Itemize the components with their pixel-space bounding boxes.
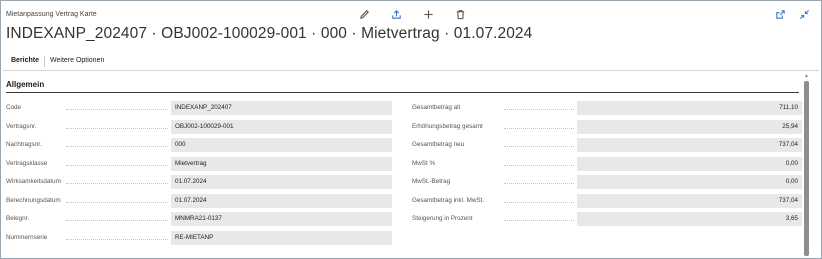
field-label: Gesamtbetrag neu <box>412 141 465 148</box>
field-value[interactable]: 01.07.2024 <box>171 175 392 189</box>
card-window: Mietanpassung Vertrag Karte INDEXANP_202… <box>0 0 822 259</box>
collapse-icon[interactable] <box>797 7 811 21</box>
leader-dots <box>504 109 574 110</box>
field-effective-date: Wirksamkeitsdatum 01.07.2024 <box>6 174 392 193</box>
field-vat-percent: MwSt % 0,00 <box>412 156 802 175</box>
field-value[interactable]: 711,10 <box>577 101 802 115</box>
leader-dots <box>66 201 168 203</box>
field-label: Nachtragsnr. <box>6 141 42 148</box>
field-total-new: Gesamtbetrag neu 737,04 <box>412 137 802 156</box>
field-value[interactable]: Mietvertrag <box>171 156 392 171</box>
field-value[interactable]: 737,04 <box>577 138 802 152</box>
field-total-incl-vat: Gesamtbetrag inkl. MwSt. 737,04 <box>412 193 802 212</box>
field-value[interactable]: INDEXANP_202407 <box>171 101 392 115</box>
field-document-no: Belegnr. MNMRA21-0137 <box>6 211 392 230</box>
field-label: Vertragsklasse <box>6 159 48 167</box>
more-options-action[interactable]: Weitere Optionen <box>45 53 109 69</box>
field-value[interactable]: 0,00 <box>577 175 802 189</box>
leader-dots <box>504 127 574 129</box>
field-label: Belegnr. <box>6 215 30 222</box>
edit-icon[interactable] <box>357 7 371 21</box>
field-label: Vertragsnr. <box>6 122 37 130</box>
scroll-up-arrow-icon[interactable]: ▲ <box>804 73 809 79</box>
card-toolbar <box>357 7 467 21</box>
page-title: INDEXANP_202407 · OBJ002-100029-001 · 00… <box>6 25 533 42</box>
field-label: MwSt % <box>412 159 436 167</box>
window-caption: Mietanpassung Vertrag Karte <box>6 11 97 18</box>
field-value[interactable]: OBJ002-100029-001 <box>171 119 392 134</box>
field-increase-percent: Steigerung in Prozent 3,65 <box>412 211 802 230</box>
field-label: Nummernserie <box>6 233 48 241</box>
delete-icon[interactable] <box>453 7 467 21</box>
vertical-scrollbar[interactable]: ▲ <box>804 73 809 256</box>
field-label: Erhöhungsbetrag gesamt <box>412 122 483 130</box>
field-number-series: Nummernserie RE-MIETANP <box>6 230 392 249</box>
field-calculation-date: Berechnungsdatum 01.07.2024 <box>6 193 392 212</box>
leader-dots <box>66 238 168 240</box>
field-code: Code INDEXANP_202407 <box>6 100 392 119</box>
field-contract-no: Vertragsnr. OBJ002-100029-001 <box>6 119 392 138</box>
fields-right-column: Gesamtbetrag alt 711,10 Erhöhungsbetrag … <box>412 100 802 230</box>
leader-dots <box>66 220 168 221</box>
field-value[interactable]: 000 <box>171 138 392 152</box>
leader-dots <box>66 183 168 184</box>
field-total-old: Gesamtbetrag alt 711,10 <box>412 100 802 119</box>
field-vat-amount: MwSt.-Betrag 0,00 <box>412 174 802 193</box>
field-value[interactable]: RE-MIETANP <box>171 230 392 245</box>
action-bar: Berichte Weitere Optionen <box>6 53 109 69</box>
leader-dots <box>504 146 574 147</box>
field-label: MwSt.-Betrag <box>412 178 451 185</box>
field-value[interactable]: MNMRA21-0137 <box>171 212 392 226</box>
leader-dots <box>66 127 168 129</box>
leader-dots <box>66 164 168 166</box>
card-content: Allgemein Code INDEXANP_202407 Vertragsn… <box>1 71 809 258</box>
field-contract-class: Vertragsklasse Mietvertrag <box>6 156 392 175</box>
field-value[interactable]: 3,65 <box>577 212 802 226</box>
field-label: Berechnungsdatum <box>6 196 61 204</box>
add-icon[interactable] <box>421 7 435 21</box>
field-label: Wirksamkeitsdatum <box>6 178 61 185</box>
scrollbar-thumb[interactable] <box>804 81 809 256</box>
field-label: Gesamtbetrag alt <box>412 104 461 111</box>
field-value[interactable]: 25,94 <box>577 119 802 134</box>
leader-dots <box>504 220 574 221</box>
reports-action[interactable]: Berichte <box>6 53 44 69</box>
leader-dots <box>504 164 574 166</box>
section-title-general[interactable]: Allgemein <box>6 80 44 89</box>
field-label: Gesamtbetrag inkl. MwSt. <box>412 196 485 204</box>
field-value[interactable]: 0,00 <box>577 156 802 171</box>
leader-dots <box>66 146 168 147</box>
leader-dots <box>504 183 574 184</box>
field-increase-total: Erhöhungsbetrag gesamt 25,94 <box>412 119 802 138</box>
window-controls <box>773 7 811 21</box>
field-label: Code <box>6 104 22 111</box>
leader-dots <box>66 109 168 110</box>
field-amendment-no: Nachtragsnr. 000 <box>6 137 392 156</box>
section-underline <box>6 92 799 93</box>
field-value[interactable]: 01.07.2024 <box>171 193 392 208</box>
share-icon[interactable] <box>389 7 403 21</box>
field-label: Steigerung in Prozent <box>412 215 473 222</box>
fields-left-column: Code INDEXANP_202407 Vertragsnr. OBJ002-… <box>6 100 392 248</box>
leader-dots <box>504 201 574 203</box>
field-value[interactable]: 737,04 <box>577 193 802 208</box>
open-new-window-icon[interactable] <box>773 7 787 21</box>
